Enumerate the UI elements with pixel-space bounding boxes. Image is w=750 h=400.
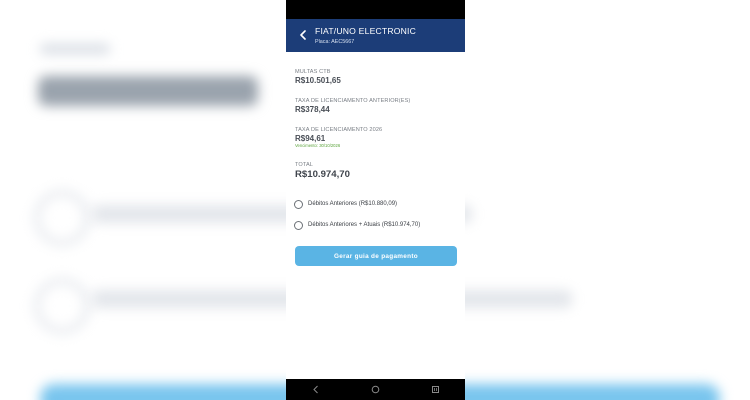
vehicle-title: FIAT/UNO ELECTRONIC xyxy=(315,26,417,36)
licenciamento-anterior-value: R$378,44 xyxy=(295,105,330,114)
phone-screen: FIAT/UNO ELECTRONIC Placa: AEC5667 MULTA… xyxy=(286,0,465,400)
blurred-radio xyxy=(34,190,90,246)
chevron-left-icon xyxy=(300,30,306,40)
licenciamento-anterior-label: TAXA DE LICENCIAMENTO ANTERIOR(ES) xyxy=(295,98,411,104)
option-label: Débitos Anteriores + Atuais (R$10.974,70… xyxy=(308,222,421,228)
blurred-value xyxy=(38,76,258,106)
app-header: FIAT/UNO ELECTRONIC Placa: AEC5667 xyxy=(286,19,465,52)
vehicle-plate: Placa: AEC5667 xyxy=(315,39,355,45)
radio-button[interactable] xyxy=(294,199,303,209)
home-icon[interactable] xyxy=(370,385,380,395)
back-icon[interactable] xyxy=(311,385,321,395)
recents-icon[interactable] xyxy=(430,385,440,395)
option-label: Débitos Anteriores (R$10.880,09) xyxy=(308,201,398,207)
total-label: TOTAL xyxy=(295,162,314,168)
multas-value: R$10.501,65 xyxy=(295,76,341,85)
licenciamento-atual-label: TAXA DE LICENCIAMENTO 2026 xyxy=(295,127,383,133)
multas-label: MULTAS CTB xyxy=(295,69,331,75)
back-button[interactable] xyxy=(296,28,310,42)
blurred-label xyxy=(40,44,110,54)
blurred-radio xyxy=(34,278,90,334)
vencimento-text: Vencimento: 30/10/2026 xyxy=(295,143,341,148)
licenciamento-atual-value: R$94,61 xyxy=(295,134,326,143)
android-nav-bar xyxy=(286,379,465,400)
option-debitos-anteriores[interactable]: Débitos Anteriores (R$10.880,09) xyxy=(294,198,397,210)
total-value: R$10.974,70 xyxy=(295,169,350,180)
status-bar xyxy=(286,0,465,19)
radio-button[interactable] xyxy=(294,220,303,230)
option-debitos-anteriores-atuais[interactable]: Débitos Anteriores + Atuais (R$10.974,70… xyxy=(294,219,420,231)
gerar-guia-button[interactable]: Gerar guia de pagamento xyxy=(295,246,457,266)
